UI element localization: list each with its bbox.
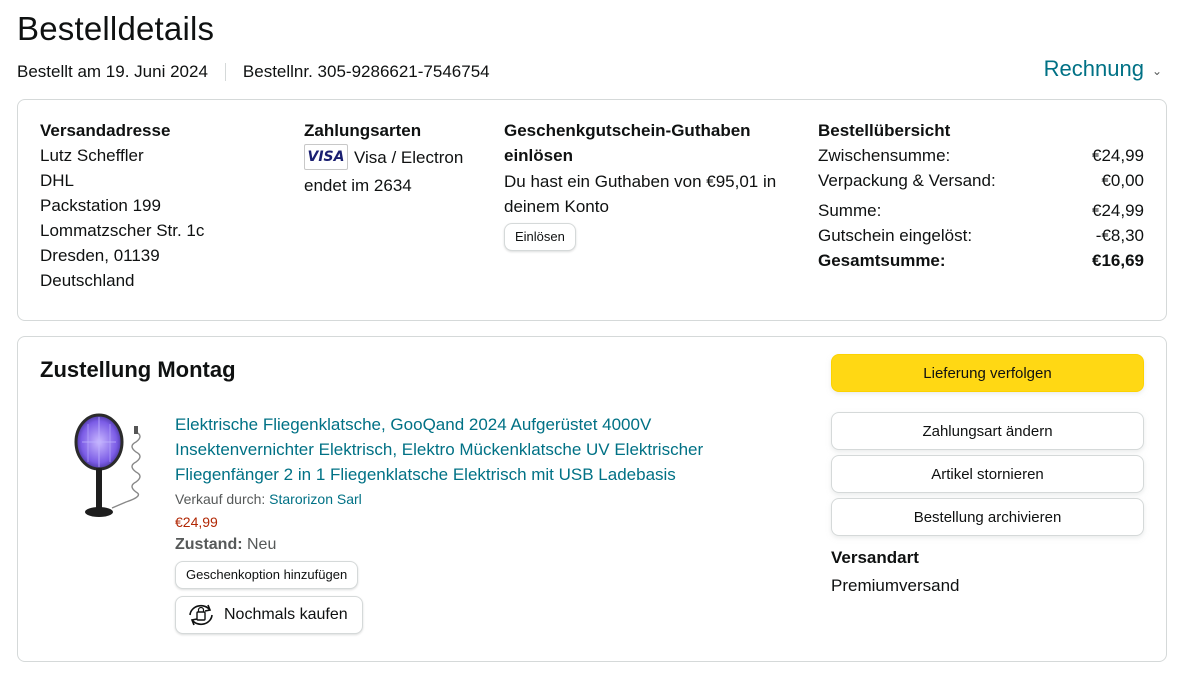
order-date: Bestellt am 19. Juni 2024	[17, 62, 208, 81]
order-summary-card: Versandadresse Lutz Scheffler DHL Packst…	[17, 99, 1167, 321]
change-payment-button[interactable]: Zahlungsart ändern	[831, 412, 1144, 450]
summary-row-shipping: Verpackung & Versand: €0,00	[818, 168, 1144, 193]
summary-row-sum: Summe: €24,99	[818, 198, 1144, 223]
product-title-link[interactable]: Elektrische Fliegenklatsche, GooQand 202…	[175, 412, 775, 487]
invoice-dropdown[interactable]: Rechnung ⌄	[1044, 56, 1162, 82]
summary-label: Verpackung & Versand:	[818, 171, 996, 190]
archive-order-button[interactable]: Bestellung archivieren	[831, 498, 1144, 536]
delivery-title: Zustellung Montag	[40, 357, 236, 382]
page-title: Bestelldetails	[17, 10, 215, 47]
address-line: Lommatzscher Str. 1c	[40, 221, 205, 240]
order-meta: Bestellt am 19. Juni 2024 Bestellnr. 305…	[17, 62, 490, 82]
buy-again-icon	[189, 604, 213, 626]
order-number: Bestellnr. 305-9286621-7546754	[242, 62, 490, 81]
product-image[interactable]	[74, 412, 154, 527]
seller-row: Verkauf durch: Starorizon Sarl	[175, 491, 775, 507]
product-price: €24,99	[175, 514, 218, 530]
card-ending: endet im 2634	[304, 176, 412, 195]
redeem-button[interactable]: Einlösen	[504, 223, 576, 251]
summary-row-total: Gesamtsumme: €16,69	[818, 248, 1144, 273]
summary-value: €16,69	[1092, 251, 1144, 270]
summary-label: Zwischensumme:	[818, 146, 951, 165]
summary-value: €0,00	[1101, 171, 1144, 190]
shipping-address-title: Versandadresse	[40, 121, 171, 140]
giftcard-balance: Du hast ein Guthaben von €95,01 in deine…	[504, 172, 777, 216]
track-delivery-button[interactable]: Lieferung verfolgen	[831, 354, 1144, 392]
summary-label: Gesamtsumme:	[818, 251, 946, 270]
order-actions: Lieferung verfolgen Zahlungsart ändern A…	[831, 354, 1144, 596]
buy-again-button[interactable]: Nochmals kaufen	[175, 596, 363, 634]
address-line: Deutschland	[40, 271, 135, 290]
payment-section: Zahlungsarten VISA Visa / Electron endet…	[304, 118, 494, 198]
product-condition: Zustand: Neu	[175, 536, 775, 554]
giftcard-section: Geschenkgutschein-Guthaben einlösen Du h…	[504, 118, 804, 251]
add-gift-option-button[interactable]: Geschenkoption hinzufügen	[175, 561, 359, 589]
order-overview-section: Bestellübersicht Zwischensumme: €24,99 V…	[818, 118, 1144, 273]
summary-value: -€8,30	[1095, 226, 1144, 245]
summary-label: Gutschein eingelöst:	[818, 226, 973, 245]
buy-again-label: Nochmals kaufen	[224, 606, 348, 623]
shipping-method-title: Versandart	[831, 548, 919, 567]
summary-label: Summe:	[818, 201, 882, 220]
seller-label: Verkauf durch:	[175, 491, 266, 507]
summary-value: €24,99	[1092, 201, 1144, 220]
overview-title: Bestellübersicht	[818, 121, 951, 140]
address-line: DHL	[40, 171, 75, 190]
address-line: Packstation 199	[40, 196, 161, 215]
payment-title: Zahlungsarten	[304, 121, 422, 140]
shipping-method-value: Premiumversand	[831, 576, 960, 595]
address-line: Lutz Scheffler	[40, 146, 144, 165]
condition-label: Zustand:	[175, 536, 243, 553]
fly-swatter-icon	[74, 413, 141, 517]
seller-link[interactable]: Starorizon Sarl	[269, 491, 362, 507]
condition-value: Neu	[247, 536, 277, 553]
visa-card-icon: VISA	[304, 144, 348, 170]
shipping-address-section: Versandadresse Lutz Scheffler DHL Packst…	[40, 118, 280, 293]
address-line: Dresden, 01139	[40, 246, 160, 265]
meta-divider	[224, 63, 226, 81]
summary-value: €24,99	[1092, 146, 1144, 165]
payment-method: VISA Visa / Electron	[304, 144, 494, 170]
product-info: Elektrische Fliegenklatsche, GooQand 202…	[175, 412, 775, 634]
cancel-item-button[interactable]: Artikel stornieren	[831, 455, 1144, 493]
card-type: Visa / Electron	[354, 147, 464, 167]
giftcard-title: Geschenkgutschein-Guthaben einlösen	[504, 121, 751, 165]
chevron-down-icon: ⌄	[1151, 63, 1162, 78]
summary-row-subtotal: Zwischensumme: €24,99	[818, 143, 1144, 168]
summary-row-voucher: Gutschein eingelöst: -€8,30	[818, 223, 1144, 248]
delivery-card: Zustellung Montag Elektrische Fliegenkla…	[17, 336, 1167, 662]
invoice-label: Rechnung	[1043, 56, 1144, 81]
